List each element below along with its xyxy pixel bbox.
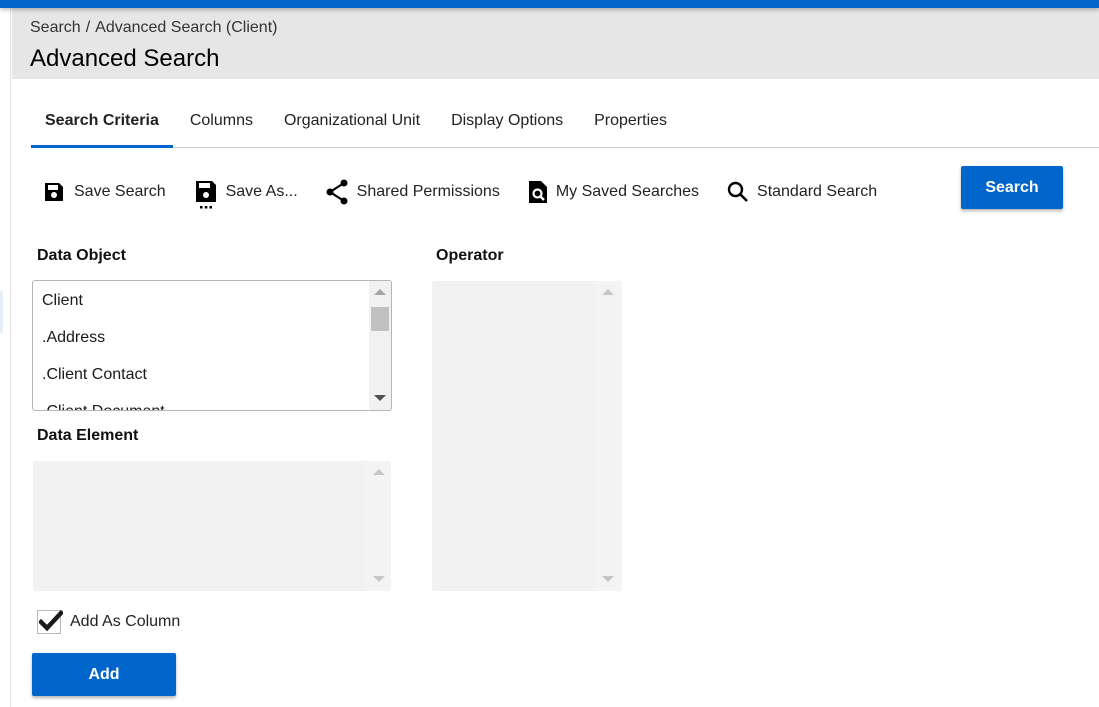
scroll-down-arrow-icon [602,576,614,582]
left-rail-marker [0,291,3,333]
scroll-up-arrow-icon [602,289,614,295]
data-object-label: Data Object [37,247,126,264]
standard-search-label: Standard Search [757,183,878,200]
toolbar: Save Search Save As... Shared Permission… [42,174,905,210]
scroll-down-arrow-icon [373,576,385,582]
tab-search-criteria[interactable]: Search Criteria [31,106,173,148]
magnifier-icon [727,181,748,202]
floppy-disk-icon [45,183,63,201]
tab-properties[interactable]: Properties [580,106,681,147]
share-icon [326,179,348,205]
document-search-icon [528,181,547,203]
add-button[interactable]: Add [32,653,176,696]
breadcrumb-separator: / [85,19,91,36]
shared-permissions-label: Shared Permissions [356,183,500,200]
save-as-label: Save As... [225,183,298,200]
standard-search-button[interactable]: Standard Search [727,181,877,203]
tab-organizational-unit[interactable]: Organizational Unit [270,106,434,147]
data-element-listbox[interactable] [33,461,391,591]
breadcrumb: Search / Advanced Search (Client) [30,19,277,37]
add-as-column-label: Add As Column [70,613,181,630]
my-saved-searches-label: My Saved Searches [555,183,700,200]
operator-scrollbar [597,281,622,591]
data-object-scrollbar[interactable] [369,281,391,410]
data-object-option[interactable]: .Address [33,319,369,356]
data-object-options: Client .Address .Client Contact .Client … [33,281,369,410]
checkmark-icon [39,609,63,632]
breadcrumb-item-search[interactable]: Search [30,19,81,36]
left-rail [0,8,11,707]
add-as-column-checkbox-row[interactable]: Add As Column [37,609,181,634]
scroll-down-arrow-icon[interactable] [374,395,386,401]
data-element-scrollbar [366,461,391,591]
floppy-disk-more-icon [195,181,216,209]
operator-listbox[interactable] [432,281,622,591]
search-button[interactable]: Search [961,166,1063,209]
data-element-label: Data Element [37,427,139,444]
top-accent-bar [0,0,1099,8]
my-saved-searches-button[interactable]: My Saved Searches [528,180,699,204]
add-as-column-checkbox[interactable] [37,609,63,634]
breadcrumb-item-current: Advanced Search (Client) [95,19,278,36]
tab-display-options[interactable]: Display Options [437,106,577,147]
operator-label: Operator [436,247,504,264]
scroll-up-arrow-icon [373,469,385,475]
tab-columns[interactable]: Columns [176,106,267,147]
data-object-option[interactable]: .Client Contact [33,356,369,393]
data-object-listbox[interactable]: Client .Address .Client Contact .Client … [32,280,392,411]
data-object-option[interactable]: Client [33,281,369,319]
save-as-button[interactable]: Save As... [194,174,298,210]
save-search-label: Save Search [74,183,166,200]
shared-permissions-button[interactable]: Shared Permissions [325,179,500,205]
page-title: Advanced Search [30,45,220,72]
scrollbar-thumb[interactable] [371,307,389,331]
save-search-button[interactable]: Save Search [42,180,166,204]
data-object-option[interactable]: .Client Document [33,393,369,410]
scroll-up-arrow-icon[interactable] [374,289,386,295]
tab-bar: Search Criteria Columns Organizational U… [31,106,1099,148]
page-header: Search / Advanced Search (Client) Advanced… [12,8,1099,79]
